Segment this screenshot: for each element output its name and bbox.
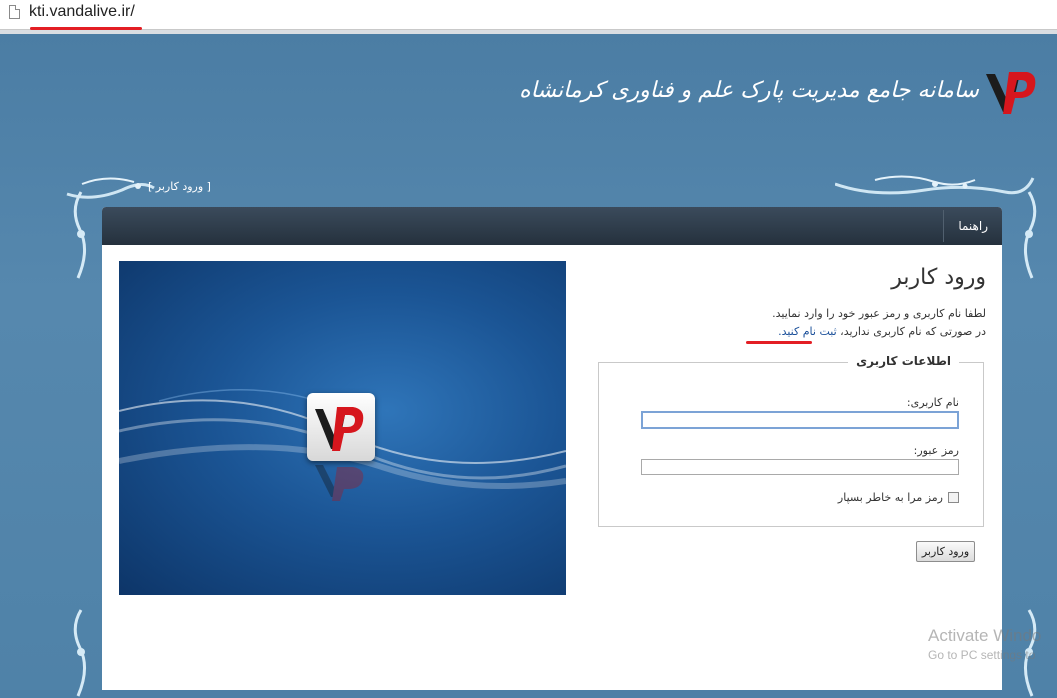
- site-title: سامانه جامع مدیریت پارک علم و فناوری کرم…: [519, 78, 979, 103]
- register-highlight-mark: [746, 341, 812, 344]
- splash-vp-logo-icon: [307, 393, 375, 461]
- url-text[interactable]: kti.vandalive.ir/: [29, 3, 135, 21]
- watermark-line1: Activate Windo: [928, 626, 1042, 645]
- watermark-line2: Go to PC settings to: [928, 648, 1036, 662]
- site-header: سامانه جامع مدیریت پارک علم و فناوری کرم…: [519, 60, 1037, 130]
- main-panel: راهنما ورود کاربر لطفا نام کاربری و رمز …: [102, 207, 1002, 690]
- splash-image: [119, 261, 566, 595]
- vp-logo-icon[interactable]: [983, 66, 1037, 118]
- password-input[interactable]: [641, 459, 959, 475]
- username-label: نام کاربری:: [906, 396, 959, 409]
- username-input[interactable]: [641, 411, 959, 429]
- password-label: رمز عبور:: [913, 444, 959, 457]
- ornament-side-left-top: [73, 191, 86, 279]
- register-hint-text: در صورتی که نام کاربری ندارید،: [840, 325, 986, 338]
- remember-me-row[interactable]: رمز مرا به خاطر بسپار: [838, 491, 959, 504]
- windows-activation-watermark: Activate Windo Go to PC settings to: [928, 626, 1041, 662]
- ornament-swirl-right: [835, 175, 1035, 195]
- browser-address-bar[interactable]: kti.vandalive.ir/: [0, 0, 1057, 30]
- login-intro-text: لطفا نام کاربری و رمز عبور خود را وارد ن…: [772, 307, 986, 320]
- login-submit-button[interactable]: ورود کاربر: [916, 541, 975, 562]
- page-icon: [9, 5, 20, 19]
- ornament-side-left-bottom: [73, 609, 86, 697]
- remember-me-checkbox[interactable]: [948, 492, 959, 503]
- user-info-fieldset: اطلاعات کاربری نام کاربری: رمز عبور: رمز…: [598, 354, 984, 527]
- remember-me-label: رمز مرا به خاطر بسپار: [837, 491, 943, 504]
- register-link[interactable]: ثبت نام کنید.: [778, 325, 837, 338]
- fieldset-legend: اطلاعات کاربری: [848, 354, 959, 368]
- nav-bar: راهنما: [102, 207, 1002, 245]
- register-hint: در صورتی که نام کاربری ندارید، ثبت نام ک…: [778, 325, 986, 338]
- nav-item-help[interactable]: راهنما: [943, 210, 1002, 242]
- splash-logo-reflection: [315, 465, 364, 501]
- ornament-side-right-top: [1024, 191, 1037, 279]
- breadcrumb: [ ورود کاربر ]: [148, 180, 211, 193]
- login-title: ورود کاربر: [891, 265, 986, 290]
